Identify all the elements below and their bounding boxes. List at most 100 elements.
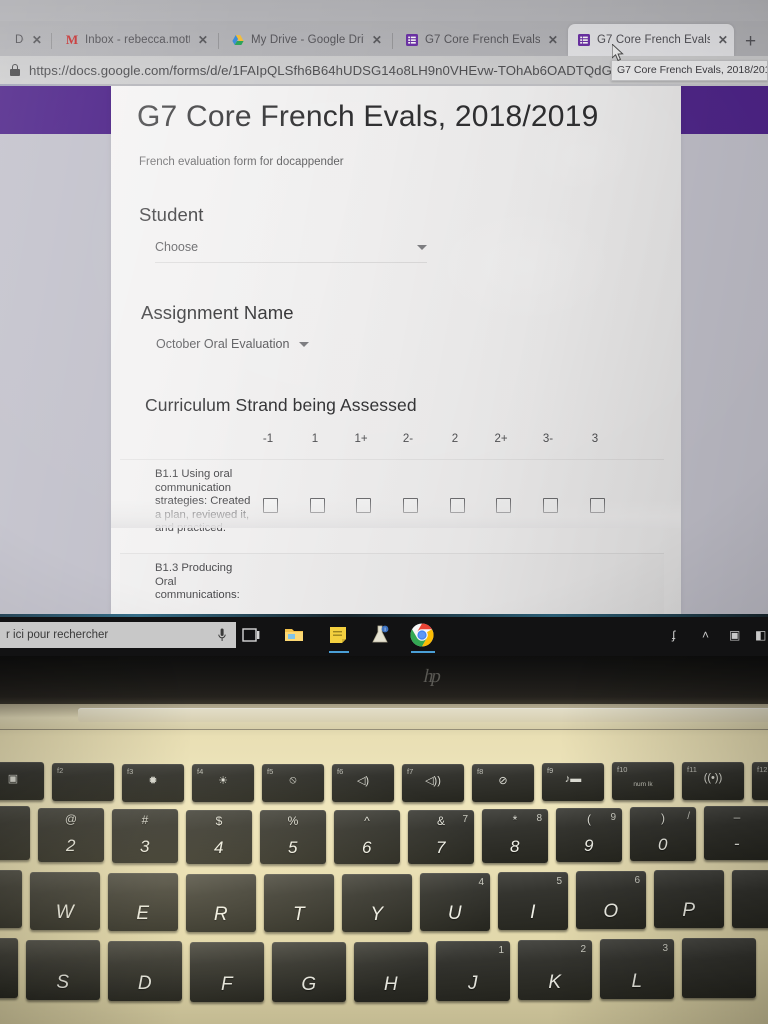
browser-tab-drive[interactable]: My Drive - Google Driv ✕ <box>222 24 388 56</box>
microphone-icon[interactable] <box>218 628 226 642</box>
key-shift-label: ) <box>661 811 665 825</box>
windows-search-box[interactable]: r ici pour rechercher <box>0 622 236 648</box>
taskbar-top-glow <box>0 614 768 617</box>
key-sub-label: num lk <box>633 781 653 788</box>
browser-tab-forms-1[interactable]: G7 Core French Evals, 2 ✕ <box>396 24 564 56</box>
running-app-indicator <box>411 651 435 653</box>
tab-close-icon[interactable]: ✕ <box>198 33 208 47</box>
key-3[interactable]: # 3 <box>112 809 178 863</box>
pen-tray-icon[interactable]: ʄ <box>672 628 675 642</box>
grid-checkbox[interactable] <box>356 498 371 513</box>
task-view-icon[interactable] <box>240 624 262 646</box>
key-label: - <box>733 834 741 853</box>
key-d[interactable]: D <box>108 941 182 1001</box>
key-glyph: ◁)) <box>425 775 441 787</box>
key-f8[interactable]: f8 ⊘ <box>472 764 534 802</box>
assignment-name-dropdown[interactable]: October Oral Evaluation <box>156 337 310 351</box>
key-a[interactable] <box>0 938 18 998</box>
key-semicolon[interactable] <box>682 938 756 998</box>
key-2[interactable]: @ 2 <box>38 808 104 862</box>
tab-close-icon[interactable]: ✕ <box>372 33 382 47</box>
key-8[interactable]: * 8 8 <box>482 809 548 863</box>
key-j[interactable]: 1 J <box>436 941 510 1001</box>
key-f12[interactable]: f12 ▒ <box>752 762 768 800</box>
grid-column-header: 2 <box>451 433 459 445</box>
google-chrome-icon[interactable] <box>409 622 435 648</box>
key-label: P <box>682 900 696 921</box>
tab-close-icon[interactable]: ✕ <box>718 33 728 47</box>
key-label: 4 <box>214 838 224 857</box>
grid-checkbox[interactable] <box>496 498 511 513</box>
key-s[interactable]: S <box>26 940 100 1000</box>
key-label: 6 <box>362 838 372 857</box>
key-9[interactable]: ( 9 9 <box>556 808 622 862</box>
key-w[interactable]: W <box>30 872 100 930</box>
grid-checkbox[interactable] <box>310 498 325 513</box>
key-g[interactable]: G <box>272 942 346 1002</box>
key-numpad-label: 1 <box>498 945 504 956</box>
key-f9[interactable]: f9 ♪▬ <box>542 763 604 801</box>
key-label: W <box>55 902 75 923</box>
key-l[interactable]: 3 L <box>600 939 674 999</box>
key-6[interactable]: ^ 6 <box>334 810 400 864</box>
browser-tab-forms-2-active[interactable]: G7 Core French Evals, 2 ✕ <box>568 24 734 56</box>
volume-tray-icon[interactable]: ◧ <box>755 628 766 642</box>
key-e[interactable]: E <box>108 873 178 931</box>
file-explorer-icon[interactable] <box>283 624 305 646</box>
key-f10-numlk[interactable]: f10 num lk <box>612 762 674 800</box>
key-1[interactable] <box>0 806 30 860</box>
key-p[interactable]: P <box>654 870 724 928</box>
key-y[interactable]: Y <box>342 874 412 932</box>
browser-tab-docs[interactable]: Do ✕ <box>0 24 48 56</box>
key-4[interactable]: $ 4 <box>186 810 252 864</box>
key-minus[interactable]: – - <box>704 806 768 860</box>
grid-checkbox[interactable] <box>590 498 605 513</box>
key-f2[interactable]: f2 <box>52 763 114 801</box>
grid-checkbox[interactable] <box>543 498 558 513</box>
key-numpad-label: 7 <box>462 814 468 825</box>
key-f3[interactable]: f3 ✹ <box>122 764 184 802</box>
tab-tooltip: G7 Core French Evals, 2018/201 <box>611 60 768 81</box>
google-drive-icon <box>231 33 245 47</box>
key-i[interactable]: 5 I <box>498 872 568 930</box>
network-tray-icon[interactable]: ▣ <box>729 628 740 642</box>
key-7[interactable]: & 7 7 <box>408 810 474 864</box>
browser-tab-gmail[interactable]: M Inbox - rebecca.mott@ ✕ <box>56 24 214 56</box>
browser-title-bar <box>0 0 768 21</box>
key-5[interactable]: % 5 <box>260 810 326 864</box>
docs-icon <box>0 33 9 47</box>
new-tab-button[interactable]: + <box>745 32 756 51</box>
tab-close-icon[interactable]: ✕ <box>548 33 558 47</box>
tab-close-icon[interactable]: ✕ <box>32 33 42 47</box>
key-bracket-left[interactable] <box>732 870 768 928</box>
key-label: K <box>548 972 562 993</box>
grid-checkbox[interactable] <box>450 498 465 513</box>
key-k[interactable]: 2 K <box>518 940 592 1000</box>
student-dropdown[interactable]: Choose <box>155 240 427 254</box>
key-numpad-label: 2 <box>580 944 586 955</box>
chemistry-app-icon[interactable]: i <box>369 624 391 646</box>
grid-checkbox[interactable] <box>263 498 278 513</box>
key-f5[interactable]: f5 ⦸ <box>262 764 324 802</box>
key-f6[interactable]: f6 ◁) <box>332 764 394 802</box>
key-t[interactable]: T <box>264 874 334 932</box>
grid-column-header: 2- <box>402 433 414 445</box>
key-u[interactable]: 4 U <box>420 873 490 931</box>
key-f7[interactable]: f7 ◁)) <box>402 764 464 802</box>
key-f[interactable]: F <box>190 942 264 1002</box>
key-q[interactable] <box>0 870 22 928</box>
key-f4[interactable]: f4 ☀ <box>192 764 254 802</box>
tab-title: Do <box>15 34 24 46</box>
key-h[interactable]: H <box>354 942 428 1002</box>
tab-title: Inbox - rebecca.mott@ <box>85 34 190 46</box>
key-0[interactable]: ) / 0 <box>630 807 696 861</box>
sticky-notes-icon[interactable] <box>327 624 349 646</box>
grid-checkbox[interactable] <box>403 498 418 513</box>
key-label: L <box>631 971 643 992</box>
key-f11[interactable]: f11 ((•)) <box>682 762 744 800</box>
show-hidden-icons-chevron[interactable]: ˄ <box>702 628 709 642</box>
key-r[interactable]: R <box>186 874 256 932</box>
key-glyph: ▣ <box>7 773 19 785</box>
key-o[interactable]: 6 O <box>576 871 646 929</box>
key-f1[interactable]: ▣ <box>0 762 44 800</box>
